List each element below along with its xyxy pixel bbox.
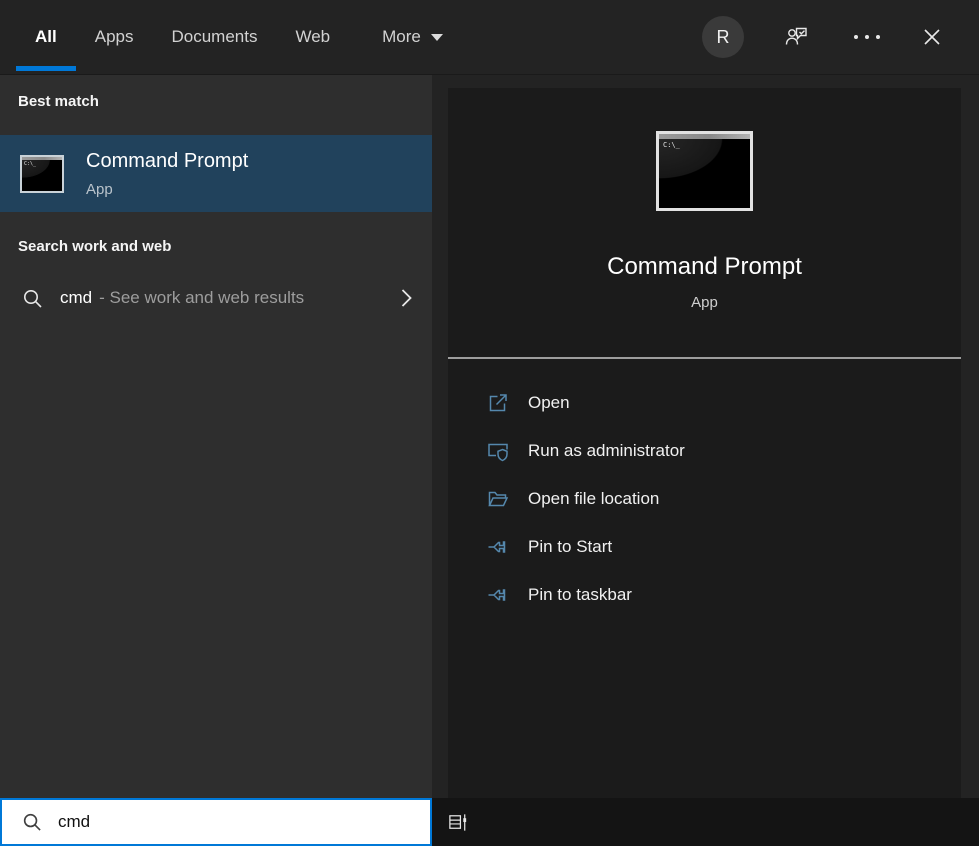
detail-card: C:\_ Command Prompt App Open xyxy=(448,88,961,798)
bottom-bar xyxy=(0,798,979,846)
chevron-down-icon xyxy=(431,34,443,41)
action-pin-to-taskbar[interactable]: Pin to taskbar xyxy=(448,571,961,619)
tab-apps[interactable]: Apps xyxy=(95,0,134,74)
web-section-header: Search work and web xyxy=(0,238,432,256)
search-window-header: All Apps Documents Web More R xyxy=(0,0,979,75)
tab-more-label: More xyxy=(382,27,421,47)
command-prompt-icon-large: C:\_ xyxy=(656,131,753,211)
tab-more[interactable]: More xyxy=(382,0,443,74)
suggestion-suffix: - See work and web results xyxy=(99,288,304,308)
detail-divider xyxy=(448,357,961,359)
action-open[interactable]: Open xyxy=(448,379,961,427)
tab-all-label: All xyxy=(35,27,57,47)
search-icon xyxy=(22,812,42,832)
active-tab-underline xyxy=(16,66,76,71)
detail-app-subtitle: App xyxy=(691,294,718,312)
chevron-right-icon xyxy=(401,288,412,308)
close-icon[interactable] xyxy=(923,28,941,46)
web-suggestion-row[interactable]: cmd - See work and web results xyxy=(0,272,432,324)
ellipsis-menu-icon[interactable] xyxy=(850,35,883,39)
best-match-subtitle: App xyxy=(86,181,248,198)
action-pin-to-start[interactable]: Pin to Start xyxy=(448,523,961,571)
taskbar-area xyxy=(432,798,979,846)
action-run-as-administrator[interactable]: Run as administrator xyxy=(448,427,961,475)
tab-all[interactable]: All xyxy=(35,0,57,74)
open-external-icon xyxy=(487,392,509,414)
best-match-title: Command Prompt xyxy=(86,150,248,172)
tab-documents-label: Documents xyxy=(171,27,257,47)
tab-web[interactable]: Web xyxy=(295,0,330,74)
avatar-initial: R xyxy=(717,27,730,48)
pin-icon xyxy=(487,584,509,606)
best-match-header: Best match xyxy=(0,93,432,111)
command-prompt-icon: C:\_ xyxy=(20,155,64,193)
detail-panel: C:\_ Command Prompt App Open xyxy=(432,75,979,798)
action-open-file-location[interactable]: Open file location xyxy=(448,475,961,523)
results-panel: Best match C:\_ Command Prompt App Searc… xyxy=(0,75,432,798)
taskbar-window-cursor-icon[interactable] xyxy=(447,811,470,834)
suggestion-query: cmd xyxy=(60,288,92,308)
search-box[interactable] xyxy=(0,798,432,846)
tab-apps-label: Apps xyxy=(95,27,134,47)
search-input[interactable] xyxy=(56,811,430,833)
admin-shield-icon xyxy=(487,440,509,462)
detail-app-title: Command Prompt xyxy=(607,253,802,281)
user-avatar[interactable]: R xyxy=(702,16,744,58)
tab-documents[interactable]: Documents xyxy=(171,0,257,74)
tab-web-label: Web xyxy=(295,27,330,47)
pin-icon xyxy=(487,536,509,558)
header-actions: R xyxy=(702,0,979,74)
search-results-area: Best match C:\_ Command Prompt App Searc… xyxy=(0,75,979,798)
best-match-result[interactable]: C:\_ Command Prompt App xyxy=(0,135,432,212)
person-check-icon[interactable] xyxy=(784,24,810,50)
action-list: Open Run as administrator Open file loca… xyxy=(448,379,961,619)
filter-tabs: All Apps Documents Web More xyxy=(0,0,443,74)
folder-location-icon xyxy=(487,488,509,510)
search-icon xyxy=(22,288,43,309)
